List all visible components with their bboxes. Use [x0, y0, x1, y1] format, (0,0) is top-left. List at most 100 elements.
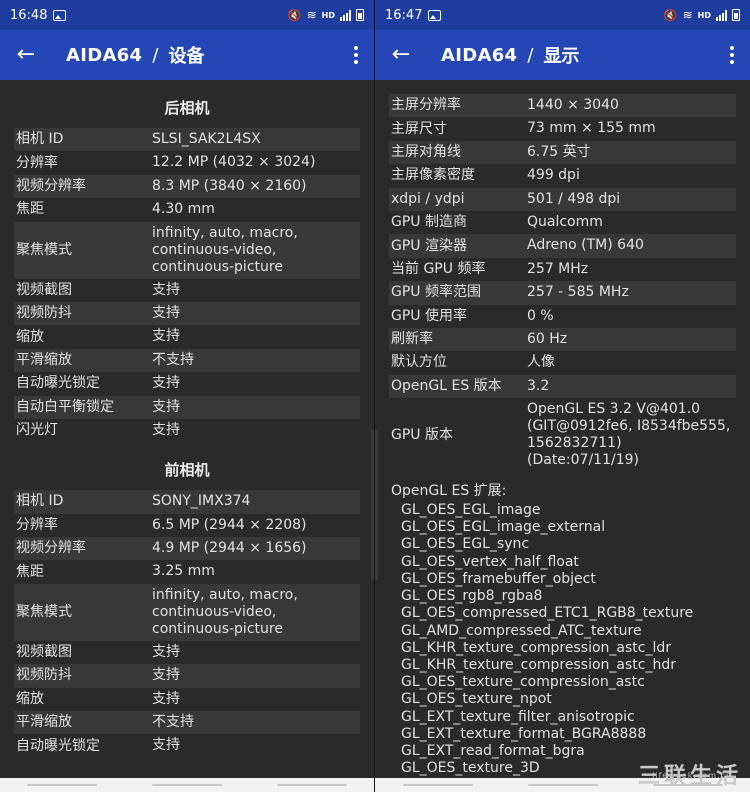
info-key: 刷新率 [391, 331, 433, 348]
info-row: 相机 ID SONY_IMX374 [14, 490, 360, 514]
info-row: 自动曝光锁定 支持 [14, 734, 360, 757]
more-options-icon[interactable] [726, 42, 738, 68]
scroll-indicator [371, 430, 374, 580]
info-value: 支持 [152, 304, 180, 321]
info-row: 主屏像素密度 499 dpi [389, 164, 736, 187]
extension-item: GL_OES_texture_compression_astc [401, 674, 645, 691]
info-row: 焦距 4.30 mm [14, 198, 360, 221]
info-key: 视频防抖 [16, 667, 72, 684]
extension-item: GL_OES_rgb8_rgba8 [401, 588, 543, 605]
extension-item: GL_OES_EGL_image_external [401, 519, 606, 536]
info-key: 当前 GPU 频率 [391, 260, 486, 277]
info-row: 分辨率 12.2 MP (4032 × 3024) [14, 151, 360, 174]
extensions-list: GL_OES_EGL_image GL_OES_EGL_image_externa… [389, 502, 736, 778]
extension-item: GL_KHR_texture_compression_astc_hdr [401, 656, 676, 673]
info-value: 4.30 mm [152, 201, 215, 218]
info-key: 平滑缩放 [16, 351, 72, 368]
info-key: 自动曝光锁定 [16, 737, 100, 754]
status-time: 16:48 [10, 7, 48, 23]
info-value: 支持 [152, 737, 180, 754]
watermark-logo: 三联生活 lifeweek.com.cn [630, 758, 750, 792]
back-arrow-icon[interactable]: ← [14, 44, 38, 66]
more-options-icon[interactable] [350, 42, 362, 68]
info-key: 视频截图 [16, 644, 72, 661]
signal-icon [340, 9, 351, 21]
info-key: 主屏像素密度 [391, 167, 475, 184]
info-key: 自动曝光锁定 [16, 375, 100, 392]
info-row: 视频截图 支持 [14, 641, 360, 664]
info-value: 499 dpi [527, 167, 580, 184]
info-key: 焦距 [16, 563, 44, 580]
info-value: 支持 [152, 643, 180, 660]
back-nav-button[interactable] [276, 784, 347, 786]
info-value: 不支持 [152, 351, 194, 368]
info-value: 支持 [152, 690, 180, 707]
extension-item: GL_OES_vertex_half_float [401, 553, 579, 570]
info-row: GPU 渲染器 Adreno (TM) 640 [389, 234, 736, 258]
info-value: 0 % [527, 307, 554, 324]
info-row: GPU 使用率 0 % [389, 305, 736, 328]
wifi-icon: ≋ [682, 8, 693, 22]
info-value: 支持 [152, 398, 180, 415]
info-key: GPU 制造商 [391, 214, 467, 231]
app-bar: ← AIDA64 / 显示 [375, 30, 750, 80]
extension-item: GL_AMD_compressed_ATC_texture [401, 622, 642, 639]
info-row: 聚焦模式 infinity, auto, macro, continuous-vi… [14, 221, 360, 279]
page-title: 设备 [168, 46, 205, 67]
hd-badge: HD [321, 10, 335, 20]
info-key: 聚焦模式 [16, 241, 72, 258]
info-value: Adreno (TM) 640 [527, 237, 644, 254]
info-key: 相机 ID [16, 131, 64, 148]
info-key: 视频分辨率 [16, 177, 86, 194]
device-info-content[interactable]: 后相机 相机 ID SLSI_SAK2L4SX 分辨率 12.2 MP (4032 ×… [0, 80, 374, 778]
info-value: 支持 [152, 281, 180, 298]
info-row: 缩放 支持 [14, 325, 360, 348]
info-value: 支持 [152, 328, 180, 345]
info-value: SLSI_SAK2L4SX [152, 131, 261, 147]
info-row: 视频防抖 支持 [14, 664, 360, 688]
info-row: GPU 版本 OpenGL ES 3.2 V@401.0 (GIT@0912fe6… [389, 398, 736, 472]
info-row: OpenGL ES 版本 3.2 [389, 374, 736, 399]
device-screen: 16:48 🔇 ≋ HD ← AIDA64 / 设备 后相机 相机 ID SLSI… [0, 0, 375, 792]
info-value: 257 - 585 MHz [527, 284, 629, 301]
hd-badge: HD [697, 10, 711, 20]
app-bar: ← AIDA64 / 设备 [0, 30, 374, 80]
info-row: 自动曝光锁定 支持 [14, 372, 360, 395]
home-nav-button[interactable] [151, 784, 222, 786]
info-value: 支持 [152, 667, 180, 684]
info-row: GPU 制造商 Qualcomm [389, 211, 736, 234]
rear-camera-section: 后相机 相机 ID SLSI_SAK2L4SX 分辨率 12.2 MP (4032 ×… [14, 80, 360, 442]
mute-icon: 🔇 [287, 8, 302, 22]
mute-icon: 🔇 [663, 8, 678, 22]
info-rows: 主屏分辨率 1440 × 3040 主屏尺寸 73 mm × 155 mm 主屏对角线 6… [389, 94, 736, 472]
watermark-domain: lifeweek.com.cn [652, 771, 732, 780]
info-row: 聚焦模式 infinity, auto, macro, continuous-vi… [14, 583, 360, 641]
recents-nav-button[interactable] [27, 784, 98, 786]
info-key: 平滑缩放 [16, 714, 72, 731]
info-rows: 相机 ID SLSI_SAK2L4SX 分辨率 12.2 MP (4032 × 302… [14, 128, 360, 442]
info-key: GPU 版本 [391, 426, 453, 443]
info-value: 6.5 MP (2944 × 2208) [152, 516, 307, 533]
display-info-content[interactable]: 主屏分辨率 1440 × 3040 主屏尺寸 73 mm × 155 mm 主屏对角线 6… [375, 80, 750, 778]
battery-icon [732, 9, 740, 21]
info-key: GPU 使用率 [391, 307, 467, 324]
signal-icon [716, 9, 727, 21]
extension-item: GL_OES_EGL_sync [401, 536, 530, 553]
info-key: GPU 渲染器 [391, 237, 467, 254]
recents-nav-button[interactable] [402, 784, 473, 786]
extension-item: GL_EXT_texture_filter_anisotropic [401, 708, 635, 725]
info-row: 刷新率 60 Hz [389, 327, 736, 352]
info-key: 主屏分辨率 [391, 97, 461, 114]
extension-item: GL_EXT_texture_format_BGRA8888 [401, 725, 647, 742]
info-key: 视频分辨率 [16, 540, 86, 557]
info-row: xdpi / ydpi 501 / 498 dpi [389, 187, 736, 211]
info-row: 平滑缩放 不支持 [14, 348, 360, 373]
home-nav-button[interactable] [527, 784, 598, 786]
info-row: 主屏分辨率 1440 × 3040 [389, 94, 736, 118]
back-arrow-icon[interactable]: ← [389, 44, 413, 66]
extension-item: GL_OES_framebuffer_object [401, 570, 596, 587]
info-value: 3.25 mm [152, 563, 215, 580]
info-value: Qualcomm [527, 213, 603, 230]
navigation-bar [0, 778, 374, 792]
status-bar: 16:48 🔇 ≋ HD [0, 0, 374, 30]
